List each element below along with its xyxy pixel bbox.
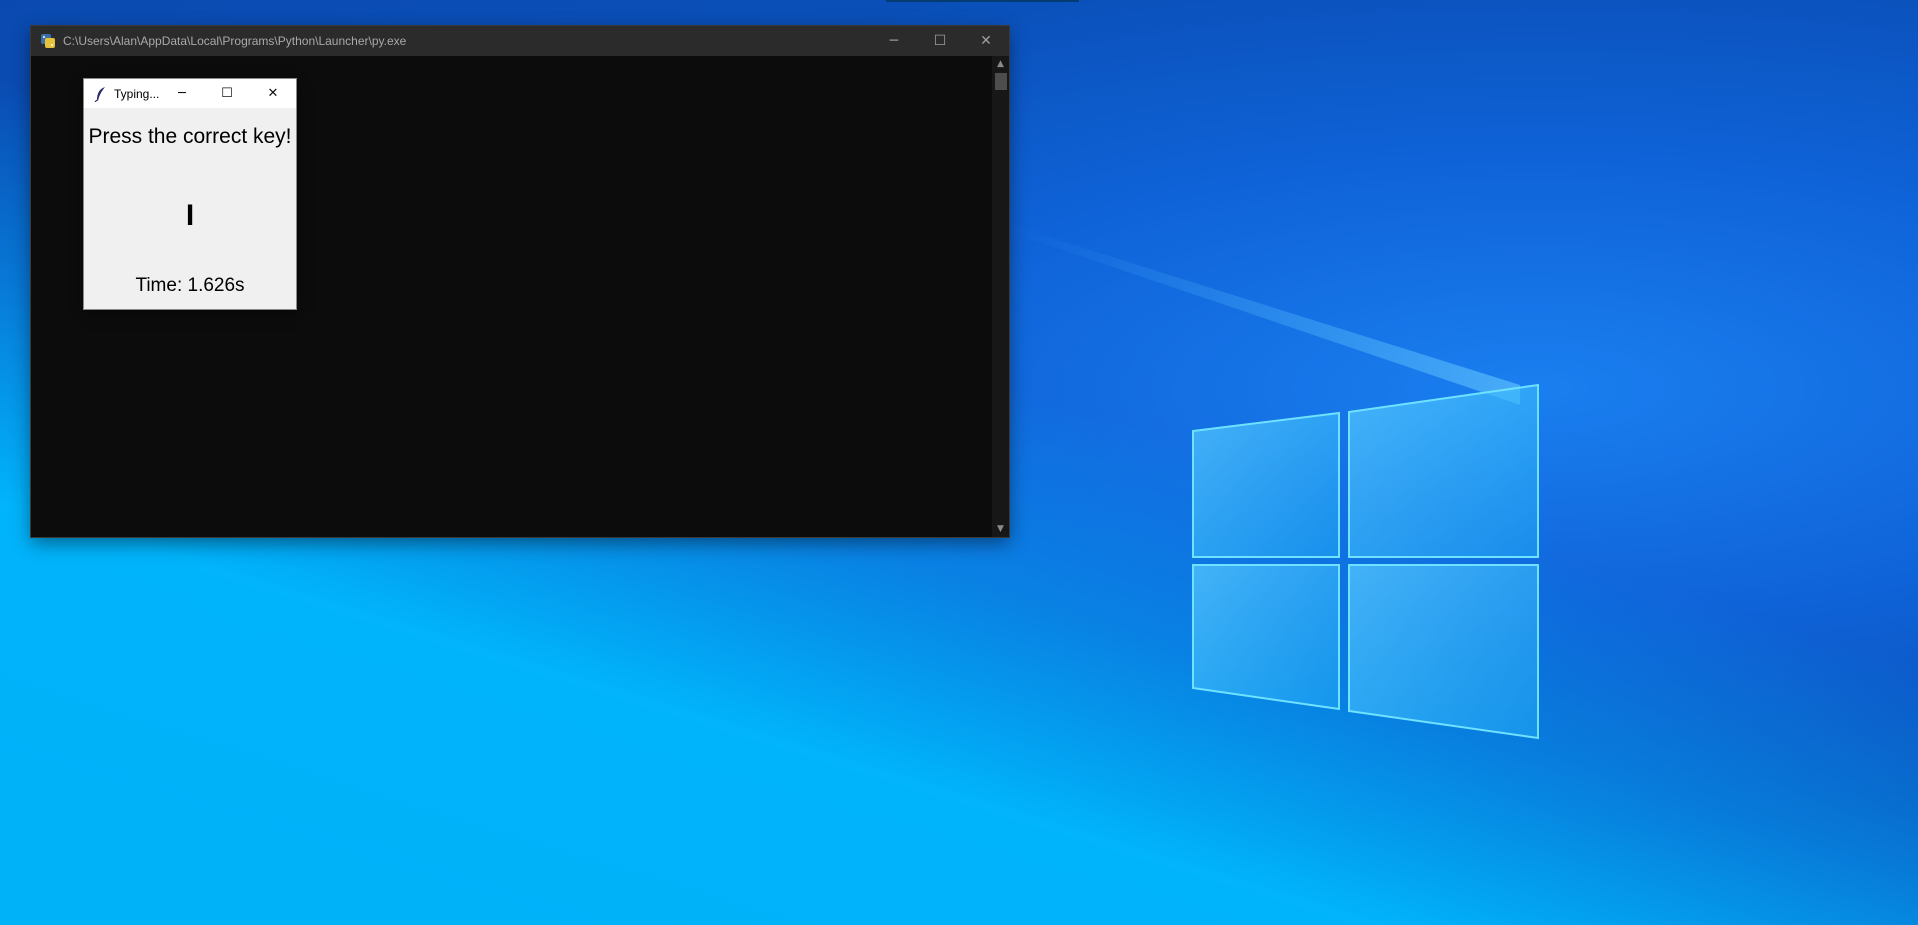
instruction-label: Press the correct key! — [88, 125, 292, 148]
timer-label: Time: 1.626s — [135, 275, 245, 296]
minimize-button[interactable]: ─ — [871, 26, 917, 56]
scroll-up-arrow-icon[interactable]: ▲ — [992, 56, 1009, 72]
console-scrollbar[interactable]: ▲ ▼ — [992, 56, 1009, 537]
maximize-button[interactable]: ☐ — [917, 26, 963, 56]
minimize-button[interactable]: ─ — [160, 79, 204, 108]
typing-game-window-controls: ─ ☐ ✕ — [160, 79, 296, 108]
scroll-thumb[interactable] — [995, 73, 1007, 90]
console-window-controls: ─ ☐ ✕ — [871, 26, 1009, 56]
console-titlebar[interactable]: C:\Users\Alan\AppData\Local\Programs\Pyt… — [31, 26, 1009, 56]
close-button[interactable]: ✕ — [963, 26, 1009, 56]
tk-feather-icon — [94, 86, 105, 102]
target-key-label: I — [185, 199, 195, 232]
maximize-button[interactable]: ☐ — [204, 79, 250, 108]
close-button[interactable]: ✕ — [250, 79, 296, 108]
typing-game-titlebar[interactable]: Typing... ─ ☐ ✕ — [84, 79, 296, 108]
typing-game-window[interactable]: Typing... ─ ☐ ✕ Press the correct key! I… — [84, 79, 296, 309]
console-title: C:\Users\Alan\AppData\Local\Programs\Pyt… — [63, 34, 407, 48]
typing-game-title: Typing... — [114, 86, 160, 101]
python-launcher-icon — [41, 34, 55, 48]
scroll-down-arrow-icon[interactable]: ▼ — [992, 521, 1009, 537]
